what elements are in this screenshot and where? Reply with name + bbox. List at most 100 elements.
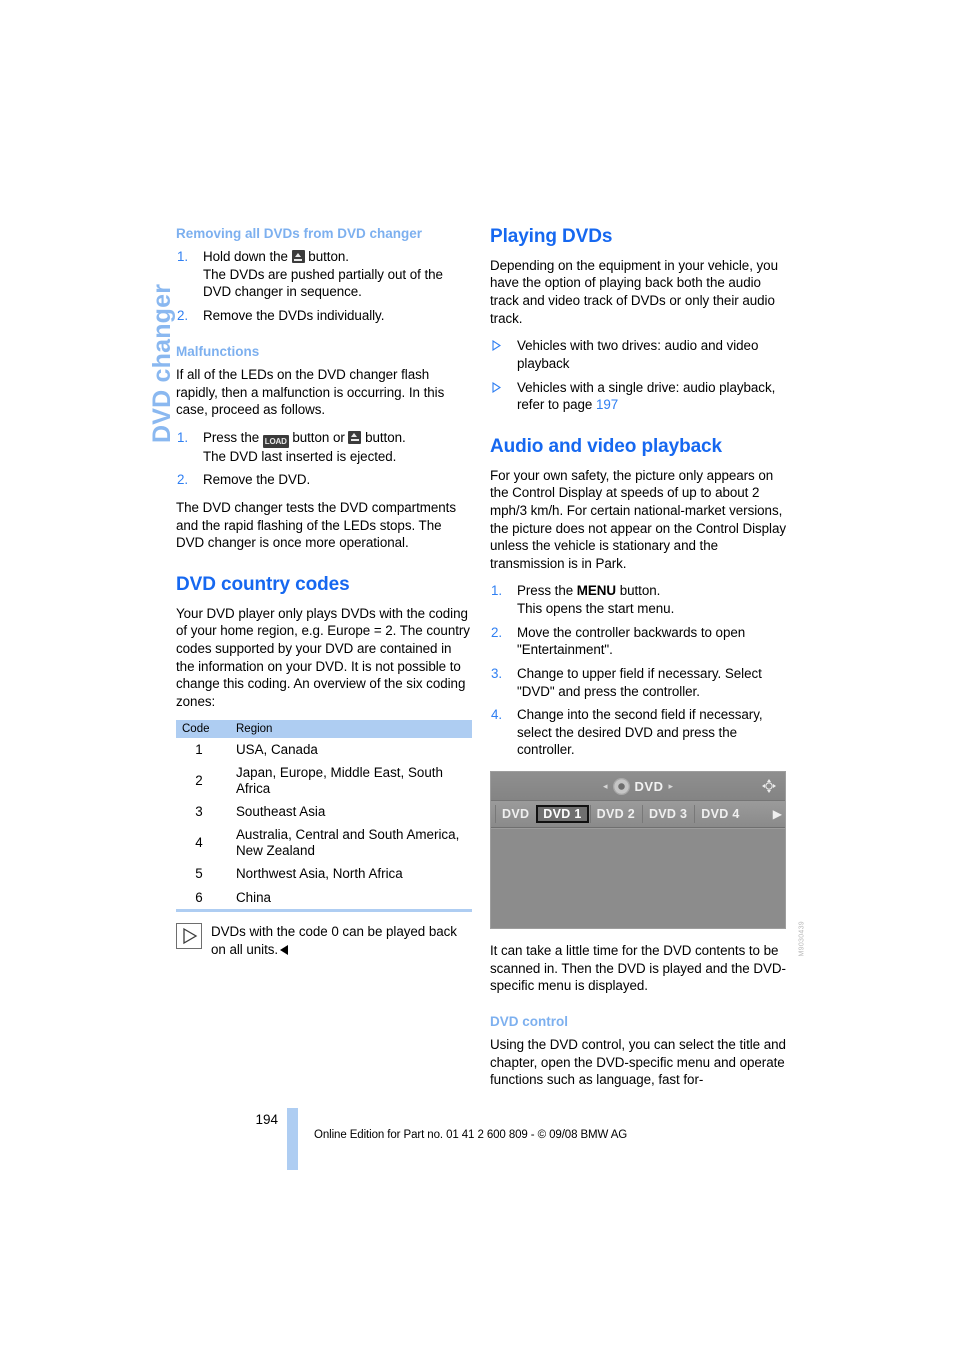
malfunctions-intro: If all of the LEDs on the DVD changer fl… [176,366,445,418]
cell-code: 5 [195,866,203,882]
chevron-right-icon[interactable]: ▸ [668,781,673,791]
idrive-top-bar: ◂ DVD ▸ [491,772,785,802]
malfunctions-outro: The DVD changer tests the DVD compartmen… [176,500,456,551]
cell-code: 2 [195,773,203,789]
heading-dvd-control: DVD control [490,1013,569,1029]
footer-accent-bar [287,1108,298,1170]
page-reference-link[interactable]: 197 [596,397,618,412]
table-row: 6 China [176,886,472,913]
step-item: 1. Hold down the button. The DVDs are pus… [176,248,472,301]
step-text-pre: Change to upper field if necessary. Sele… [517,665,762,699]
cell-region: Northwest Asia, North Africa [236,866,403,882]
idrive-screen: ◂ DVD ▸ DVD DVD 1 DVD 2 DVD 3 DVD 4 ▶ [490,771,786,930]
bullet-text: Vehicles with a single drive: audio play… [517,379,776,413]
table-row: 2 Japan, Europe, Middle East, South Afri… [176,762,472,801]
cell-region: Japan, Europe, Middle East, South Africa [236,765,443,797]
note-end-marker [280,944,289,955]
step-continuation: This opens the start menu. [517,601,675,617]
table-header-row: Code Region [176,720,472,739]
playing-dvds-bullets: Vehicles with two drives: audio and vide… [490,337,786,414]
idrive-next-page-icon[interactable]: ▶ [773,807,782,821]
idrive-title: DVD [634,778,664,794]
step-text-pre: Press the [203,429,263,445]
chapter-tab-label: DVD changer [148,283,176,443]
chevron-left-icon[interactable]: ◂ [603,781,608,791]
note-triangle-icon [176,923,202,950]
country-codes-intro: Your DVD player only plays DVDs with the… [176,605,470,709]
after-figure-text: It can take a little time for the DVD co… [490,943,786,994]
bullet-item: Vehicles with a single drive: audio play… [490,379,786,414]
step-number: 4. [491,707,503,723]
step-item: 1. Press the MENU button. This opens the … [490,582,786,617]
step-number: 1. [177,429,189,445]
step-text-pre: Press the [517,583,577,599]
table-row: 5 Northwest Asia, North Africa [176,863,472,886]
step-text-pre: Remove the DVD. [203,472,311,488]
table-row: 1 USA, Canada [176,738,472,761]
step-item: 1. Press the LOAD button or button. The D… [176,429,472,466]
table-row: 3 Southeast Asia [176,801,472,824]
idrive-tab-dvd[interactable]: DVD [495,805,535,824]
step-continuation: The DVDs are pushed partially out of the… [203,266,443,300]
step-text-post: button. [616,583,661,599]
step-text-pre: Move the controller backwards to open "E… [517,624,746,658]
heading-removing-all-dvds: Removing all DVDs from DVD changer [176,226,423,241]
idrive-tab-dvd-1[interactable]: DVD 1 [536,805,589,824]
heading-audio-and-video-playback: Audio and video playback [490,435,722,457]
cell-region: China [232,886,472,913]
cell-region: Australia, Central and South America, Ne… [236,827,460,859]
heading-malfunctions: Malfunctions [176,343,260,359]
idrive-tab-dvd-4[interactable]: DVD 4 [694,805,745,824]
page-number: 194 [255,1112,278,1127]
bullet-text: Vehicles with two drives: audio and vide… [517,338,759,371]
bullet-item: Vehicles with two drives: audio and vide… [490,337,786,372]
steps-removing-all-dvds: 1. Hold down the button. The DVDs are pus… [176,248,472,325]
step-number: 1. [177,249,189,265]
note-box: DVDs with the code 0 can be played back … [176,923,472,958]
table-row: 4 Australia, Central and South America, … [176,824,472,863]
idrive-tab-bar: DVD DVD 1 DVD 2 DVD 3 DVD 4 ▶ [491,801,785,829]
page-footer: 194 Online Edition for Part no. 01 41 2 … [176,1103,816,1173]
right-column: Playing DVDs Depending on the equipment … [490,226,805,1099]
eject-button-icon [291,250,305,264]
heading-playing-dvds: Playing DVDs [490,226,613,247]
step-number: 2. [491,624,503,640]
step-text-pre: Change into the second field if necessar… [517,707,763,758]
manual-page: DVD changer Removing all DVDs from DVD c… [0,0,954,1350]
step-text-post: button. [304,249,349,265]
heading-dvd-country-codes: DVD country codes [176,573,350,595]
step-item: 2. Remove the DVD. [176,471,472,489]
chapter-tab: DVD changer [110,215,176,445]
disc-icon [612,777,630,795]
idrive-tab-dvd-3[interactable]: DVD 3 [641,805,693,824]
eject-button-icon [348,430,362,444]
step-number: 1. [491,583,503,599]
steps-malfunctions: 1. Press the LOAD button or button. The D… [176,429,472,489]
cell-code: 4 [195,835,203,851]
table-header-region: Region [232,720,472,739]
steps-audio-video: 1. Press the MENU button. This opens the … [490,582,786,759]
controller-icon [760,777,778,795]
triangle-bullet-icon [492,380,502,393]
cell-code: 1 [195,741,203,757]
note-text-wrapper: DVDs with the code 0 can be played back … [211,923,472,958]
step-number: 2. [177,472,189,488]
step-text-post: button. [361,429,406,445]
idrive-tab-dvd-2[interactable]: DVD 2 [589,805,641,824]
table-header-code: Code [176,720,232,739]
audio-video-intro: For your own safety, the picture only ap… [490,467,786,571]
step-number: 2. [177,308,189,324]
cell-code: 3 [195,804,203,820]
load-button-icon: LOAD [262,434,289,448]
dvd-control-text: Using the DVD control, you can select th… [490,1037,786,1088]
step-item: 2. Move the controller backwards to open … [490,624,786,659]
country-codes-table: Code Region 1 USA, Canada 2 Japan, Europ… [176,720,472,913]
step-text-pre: Hold down the [203,249,292,265]
step-number: 3. [491,665,503,681]
idrive-content-area [491,828,785,929]
footer-legal-text: Online Edition for Part no. 01 41 2 600 … [314,1129,628,1141]
step-continuation: The DVD last inserted is ejected. [203,448,397,464]
step-item: 2. Remove the DVDs individually. [176,307,472,325]
step-item: 3. Change to upper field if necessary. Se… [490,665,786,700]
triangle-bullet-icon [492,338,502,352]
